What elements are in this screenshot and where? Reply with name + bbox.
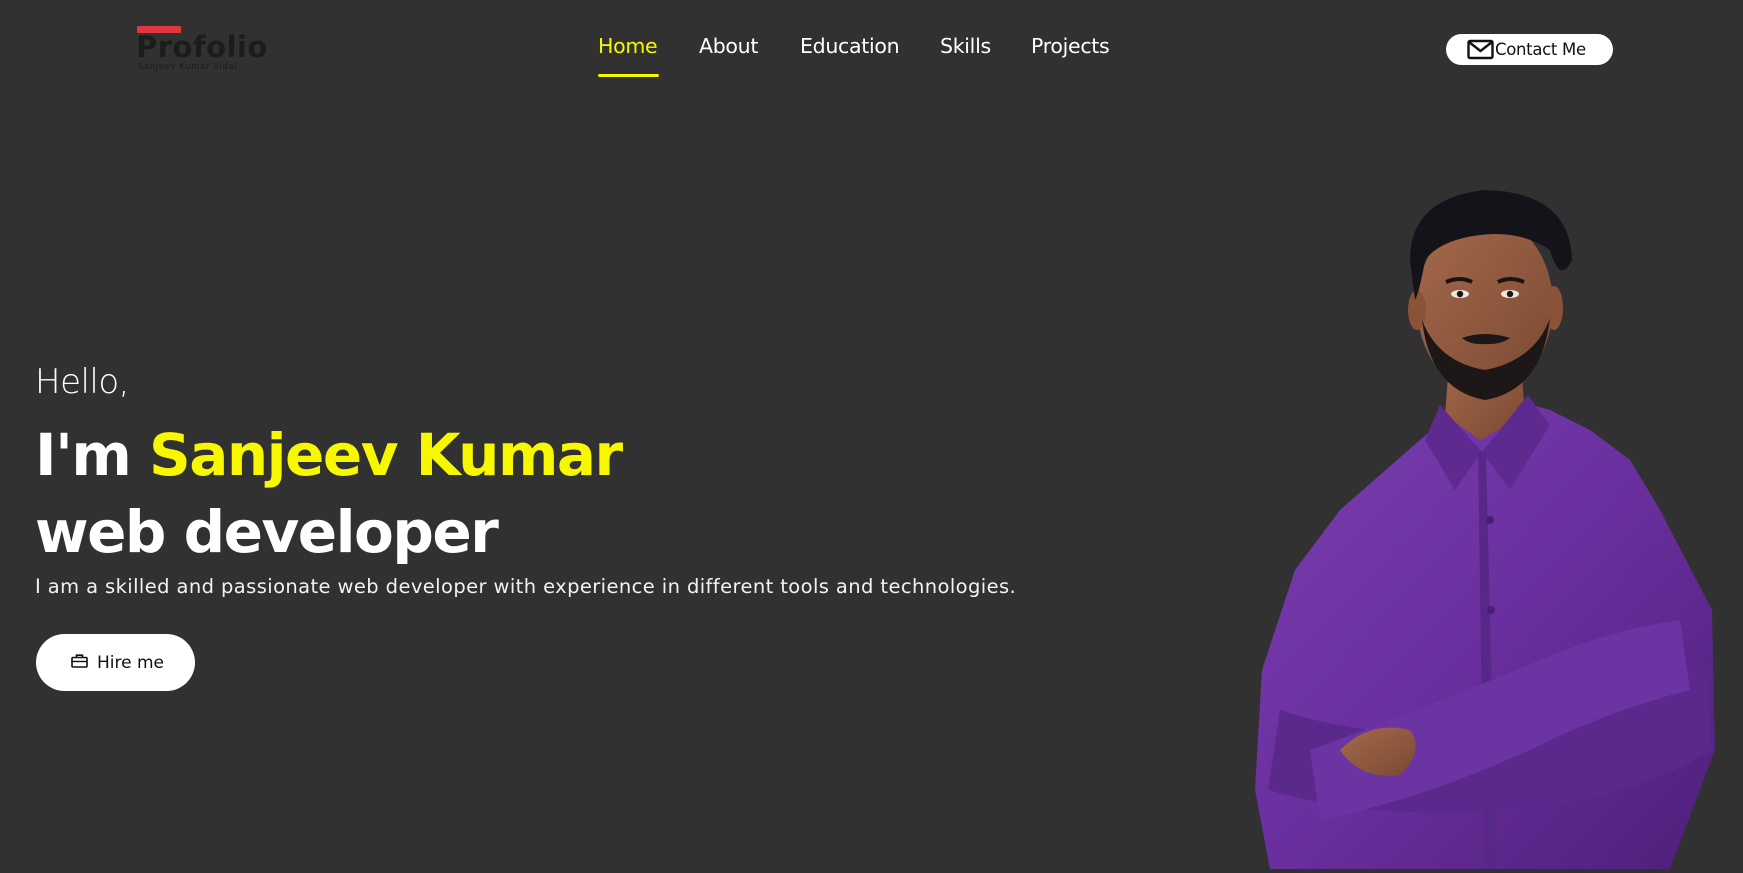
nav-item-about[interactable]: About	[699, 34, 758, 58]
logo-text: Profolio	[136, 30, 268, 64]
briefcase-icon	[71, 653, 88, 673]
hire-me-label: Hire me	[97, 652, 165, 673]
hero-name: Sanjeev Kumar	[148, 421, 623, 489]
contact-me-label: Contact Me	[1495, 40, 1586, 59]
nav-item-education[interactable]: Education	[800, 34, 900, 58]
hero-intro: I'm Sanjeev Kumar	[35, 420, 623, 490]
hero-description: I am a skilled and passionate web develo…	[35, 575, 1017, 598]
brand-logo[interactable]: Profolio Sanjeev Kumar Vidal	[136, 26, 267, 74]
hero-role: web developer	[35, 498, 499, 566]
nav-item-home[interactable]: Home	[598, 34, 658, 58]
nav-item-projects[interactable]: Projects	[1031, 34, 1110, 58]
profile-portrait	[1250, 190, 1720, 869]
logo-subtitle: Sanjeev Kumar Vidal	[138, 62, 238, 72]
contact-me-button[interactable]: Contact Me	[1446, 34, 1613, 65]
hero-intro-prefix: I'm	[35, 421, 149, 489]
active-nav-underline	[598, 74, 659, 77]
hero-greeting: Hello,	[35, 362, 130, 402]
hire-me-button[interactable]: Hire me	[36, 634, 195, 691]
nav-item-skills[interactable]: Skills	[940, 34, 991, 58]
mail-icon	[1467, 39, 1494, 60]
